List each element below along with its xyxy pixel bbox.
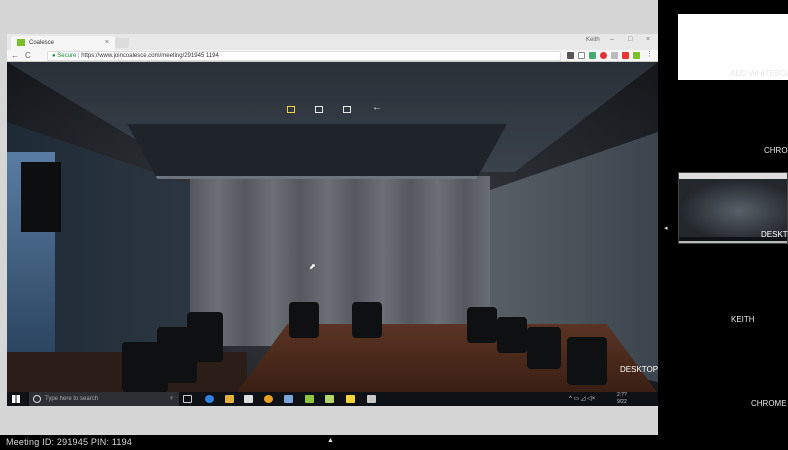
copy-icon[interactable] [343, 106, 351, 113]
system-tray[interactable]: ^ ▭ ◿ ◁× [569, 395, 595, 402]
present-icon[interactable] [287, 106, 295, 113]
main-stage: Coalesce × Keith – □ × ← C ● Secure | ht… [0, 0, 658, 435]
maximize-button[interactable]: □ [628, 36, 632, 43]
coalesce-extension-icon[interactable] [633, 52, 640, 59]
chair [289, 302, 319, 338]
chair [352, 302, 382, 338]
sources-sidebar: ◂ ADD WHITEBOARD CHROME DESKTOP KEITH CH… [658, 0, 788, 450]
chair [497, 317, 527, 353]
app-icon[interactable] [367, 395, 376, 403]
shared-screen-label: DESKTOP [620, 365, 659, 374]
extension-mail-icon[interactable] [622, 52, 629, 59]
star-icon[interactable] [578, 52, 585, 59]
extension-red-icon[interactable] [600, 52, 607, 59]
network-app-icon[interactable] [284, 395, 293, 403]
collapse-arrow-icon[interactable]: ◂ [664, 224, 668, 232]
menu-icon[interactable]: ⋮ [646, 50, 653, 58]
coalesce-taskbar-icon[interactable] [346, 395, 355, 403]
back-wall [190, 176, 490, 346]
conference-room-view: ← ⬈ [7, 62, 658, 392]
address-bar: ← C ● Secure | https://www.joincoalesce.… [7, 50, 658, 62]
new-tab-button[interactable] [115, 38, 129, 48]
chrome-icon[interactable] [264, 395, 273, 403]
status-bar: Meeting ID: 291945 PIN: 1194 ▲ [0, 435, 658, 450]
back-icon[interactable]: ← [11, 51, 19, 60]
tab-close-icon[interactable]: × [105, 39, 109, 46]
extension-icon[interactable] [589, 52, 596, 59]
sidebar-item-chrome-2[interactable]: CHROME C [751, 399, 788, 408]
close-window-button[interactable]: × [646, 36, 650, 43]
sidebar-item-desktop[interactable]: DESKTOP [761, 230, 788, 239]
taskbar-search-input[interactable]: Type here to search ♀ [29, 392, 179, 406]
clock-time: 2:?? [617, 392, 627, 398]
clock[interactable]: 2:?? 9/22 [617, 392, 627, 406]
reload-icon[interactable]: C [25, 51, 31, 60]
ceiling-soffit [127, 124, 507, 179]
sidebar-item-keith[interactable]: KEITH [731, 315, 755, 324]
window-user-label: Keith [586, 37, 600, 43]
sidebar-item-add-whiteboard[interactable]: ADD WHITEBOARD [730, 69, 788, 78]
cortana-icon [33, 395, 41, 403]
extension-grey-icon[interactable] [611, 52, 618, 59]
chair [567, 337, 607, 385]
microphone-icon[interactable]: ♀ [169, 395, 174, 402]
mouse-cursor-icon: ⬈ [309, 262, 316, 271]
sidebar-item-chrome[interactable]: CHROME [764, 146, 788, 155]
screen-icon[interactable] [315, 106, 323, 113]
url-text: https://www.joincoalesce.com/meeting/291… [81, 53, 219, 59]
meeting-id-pin: Meeting ID: 291945 PIN: 1194 [6, 437, 133, 447]
minimize-button[interactable]: – [610, 36, 614, 43]
mini-room-view [679, 179, 787, 237]
coalesce-favicon-icon [17, 39, 25, 46]
store-icon[interactable] [244, 395, 253, 403]
browser-tab-strip: Coalesce × Keith – □ × [7, 34, 658, 50]
windows-start-icon[interactable] [12, 395, 20, 403]
secure-label: Secure [57, 53, 77, 59]
windows-taskbar: Type here to search ♀ ^ ▭ ◿ ◁× 2:?? 9/22 [7, 392, 658, 406]
clock-date: 9/22 [617, 399, 627, 405]
chair [122, 342, 168, 392]
expand-caret-icon[interactable]: ▲ [327, 437, 334, 444]
task-view-icon[interactable] [183, 395, 192, 403]
browser-tab[interactable]: Coalesce × [11, 36, 115, 50]
back-arrow-icon[interactable]: ← [372, 102, 382, 113]
url-input[interactable]: ● Secure | https://www.joincoalesce.com/… [47, 51, 561, 61]
app-icon[interactable] [305, 395, 314, 403]
cast-icon[interactable] [567, 52, 574, 59]
chair [527, 327, 561, 369]
notes-icon[interactable] [325, 395, 334, 403]
chair [467, 307, 497, 343]
edge-icon[interactable] [205, 395, 214, 403]
wall-tv [21, 162, 61, 232]
file-explorer-icon[interactable] [225, 395, 234, 403]
tab-title: Coalesce [29, 40, 55, 46]
search-placeholder: Type here to search [45, 396, 99, 402]
shared-screen[interactable]: Coalesce × Keith – □ × ← C ● Secure | ht… [7, 34, 658, 406]
